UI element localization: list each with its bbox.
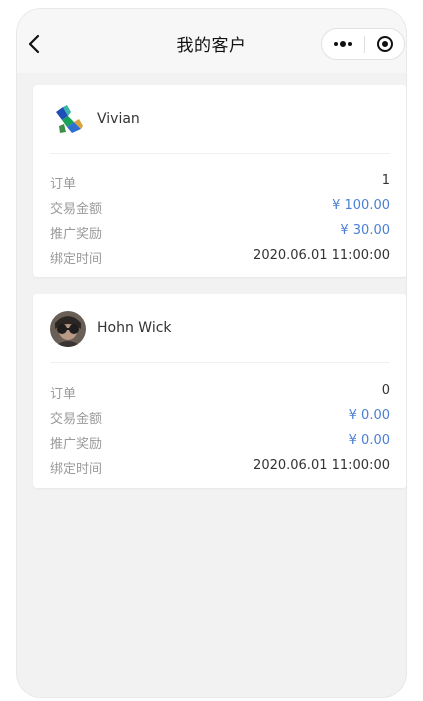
customer-name: Vivian (97, 111, 140, 127)
info-row-reward: 推广奖励 ¥ 30.00 (50, 220, 390, 244)
customer-card[interactable]: Vivian 订单 1 交易金额 ¥ 100.00 推广奖励 ¥ 30.00 绑… (33, 85, 406, 277)
row-value: 2020.06.01 11:00:00 (253, 248, 390, 263)
row-label: 订单 (50, 387, 77, 402)
miniprogram-capsule (321, 28, 405, 60)
info-row-amount: 交易金额 ¥ 0.00 (50, 405, 390, 429)
person-photo-avatar (50, 311, 86, 347)
info-row-reward: 推广奖励 ¥ 0.00 (50, 430, 390, 454)
row-label: 订单 (50, 177, 77, 192)
info-row-bind-time: 绑定时间 2020.06.01 11:00:00 (50, 455, 390, 479)
colorful-figure-avatar (50, 102, 86, 138)
info-row-orders: 订单 0 (50, 380, 390, 404)
avatar (50, 102, 86, 138)
back-button[interactable] (27, 33, 43, 55)
more-dots-icon (334, 41, 352, 47)
customer-card[interactable]: Hohn Wick 订单 0 交易金额 ¥ 0.00 推广奖励 ¥ 0.00 绑… (33, 294, 406, 488)
close-button[interactable] (365, 29, 405, 59)
chevron-left-icon (28, 34, 40, 54)
row-value: ¥ 100.00 (332, 198, 390, 213)
row-label: 绑定时间 (50, 252, 103, 267)
row-value: ¥ 0.00 (348, 408, 390, 423)
phone-screen: 我的客户 Vivian 订单 1 交易金额 ¥ 100.00 推广奖励 ¥ 30… (17, 9, 406, 697)
divider (50, 362, 390, 363)
info-row-amount: 交易金额 ¥ 100.00 (50, 195, 390, 219)
row-value: 0 (381, 383, 390, 398)
target-close-icon (377, 36, 393, 52)
navigation-bar: 我的客户 (17, 9, 406, 73)
row-value: 2020.06.01 11:00:00 (253, 458, 390, 473)
avatar (50, 311, 86, 347)
row-label: 推广奖励 (50, 227, 103, 242)
row-value: 1 (381, 173, 390, 188)
row-value: ¥ 0.00 (348, 433, 390, 448)
row-label: 绑定时间 (50, 462, 103, 477)
info-row-orders: 订单 1 (50, 170, 390, 194)
row-label: 交易金额 (50, 202, 103, 217)
divider (50, 153, 390, 154)
customer-header[interactable]: Hohn Wick (33, 294, 406, 362)
row-label: 交易金额 (50, 412, 103, 427)
row-label: 推广奖励 (50, 437, 103, 452)
row-value: ¥ 30.00 (340, 223, 390, 238)
customer-header[interactable]: Vivian (33, 85, 406, 153)
customer-name: Hohn Wick (97, 320, 172, 336)
info-row-bind-time: 绑定时间 2020.06.01 11:00:00 (50, 245, 390, 269)
more-button[interactable] (322, 29, 364, 59)
